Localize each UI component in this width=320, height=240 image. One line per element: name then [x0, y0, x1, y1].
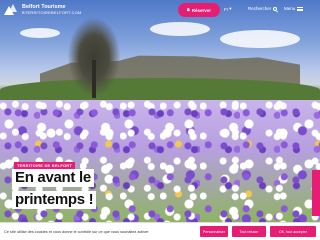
language-label: Fr: [224, 6, 229, 12]
menu-icon: [297, 6, 304, 11]
cloud-decoration: [220, 30, 300, 48]
cloud-decoration: [150, 22, 210, 36]
logo-text: Belfort Tourisme BTERRITOIREBELFORT.COM: [22, 4, 82, 16]
side-accent-ribbon: [312, 170, 320, 216]
lock-icon: 🔒︎: [187, 7, 190, 13]
logo-url: BTERRITOIREBELFORT.COM: [22, 10, 82, 16]
tree-trunk: [92, 60, 96, 98]
mountain-logo-icon: [4, 4, 18, 16]
location-tag: TERRITOIRE DE BELFORT: [14, 162, 76, 169]
customize-cookies-button[interactable]: Personnaliser: [200, 226, 228, 237]
site-logo[interactable]: Belfort Tourisme BTERRITOIREBELFORT.COM: [0, 0, 86, 20]
cloud-decoration: [20, 28, 60, 38]
cookie-banner: Ce site utilise des cookies et vous donn…: [0, 222, 320, 240]
search-button[interactable]: Rechercher: [248, 6, 278, 11]
refuse-cookies-button[interactable]: Tout refuser: [232, 226, 266, 237]
search-icon: [273, 6, 278, 11]
headline-line-1: En avant le: [12, 169, 94, 187]
accept-cookies-button[interactable]: OK, tout accepter: [270, 226, 316, 237]
reserve-label: Réserver: [191, 7, 211, 13]
menu-button[interactable]: Menu: [284, 6, 304, 11]
reserve-button[interactable]: 🔒︎ Réserver: [178, 3, 220, 17]
headline-line-2: printemps !: [12, 191, 97, 209]
menu-label: Menu: [284, 6, 296, 11]
chevron-down-icon: ▾: [229, 6, 232, 11]
hero-headline: En avant le printemps !: [12, 169, 97, 211]
language-selector[interactable]: Fr ▾: [224, 6, 232, 12]
cookie-text: Ce site utilise des cookies et vous donn…: [4, 229, 149, 234]
search-label: Rechercher: [248, 6, 272, 11]
